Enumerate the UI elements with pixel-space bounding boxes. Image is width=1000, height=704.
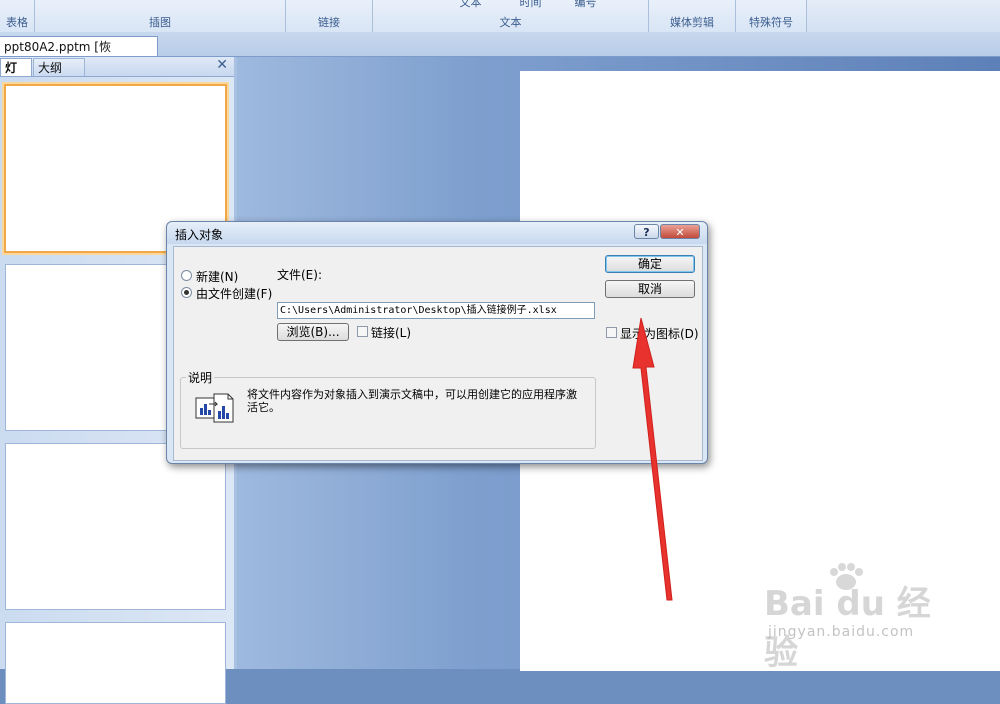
dialog-client-area: 新建(N) 由文件创建(F) 文件(E): C:\Users\Administr… xyxy=(173,246,703,461)
description-text: 将文件内容作为对象插入到演示文稿中，可以用创建它的应用程序激活它。 xyxy=(247,388,577,414)
ribbon-group-label: 插图 xyxy=(149,16,171,29)
dialog-title: 插入对象 xyxy=(175,228,224,242)
file-label: 文件(E): xyxy=(277,268,322,282)
ribbon-group-symbols[interactable]: 特殊符号 xyxy=(736,0,807,32)
ribbon-clipped-label: 编号 xyxy=(574,0,597,9)
radio-from-file[interactable] xyxy=(181,287,192,298)
insert-object-dialog: 插入对象 ? ✕ 新建(N) 由文件创建(F) 文件(E): C:\Users\… xyxy=(166,221,708,464)
cancel-button[interactable]: 取消 xyxy=(605,280,695,298)
ribbon-group-media[interactable]: 媒体剪辑 xyxy=(649,0,736,32)
tab-slides[interactable]: 灯片 xyxy=(0,58,32,93)
help-icon: ? xyxy=(643,226,650,239)
help-button[interactable]: ? xyxy=(634,224,659,239)
slide-thumbnail[interactable] xyxy=(5,622,226,704)
ribbon: 表格 插图 链接 文本 时间 编号 文本 媒体剪辑 特殊符号 xyxy=(0,0,1000,33)
ribbon-group-table[interactable]: 表格 xyxy=(0,0,35,32)
description-legend: 说明 xyxy=(186,369,215,386)
ribbon-group-label: 特殊符号 xyxy=(749,16,793,29)
document-tab-strip: ppt80A2.pptm [恢复].pptm xyxy=(0,32,1000,74)
link-checkbox-label[interactable]: 链接(L) xyxy=(371,324,411,341)
watermark-url: jingyan.baidu.com xyxy=(768,624,915,640)
ribbon-group-label: 链接 xyxy=(318,16,340,29)
link-checkbox[interactable] xyxy=(357,326,368,337)
embedded-object-icon xyxy=(195,393,234,423)
close-icon[interactable]: ✕ xyxy=(216,57,228,73)
ribbon-group-illustrations[interactable]: 插图 xyxy=(35,0,286,32)
tab-outline[interactable]: 大纲 xyxy=(33,58,85,76)
radio-new[interactable] xyxy=(181,270,192,281)
ribbon-group-label: 文本 xyxy=(499,16,522,29)
ribbon-group-label: 媒体剪辑 xyxy=(670,16,714,29)
panel-tabs: 灯片 大纲 ✕ xyxy=(0,57,234,93)
close-icon: ✕ xyxy=(675,226,685,239)
display-as-icon-checkbox[interactable] xyxy=(606,327,617,338)
watermark: Bai du 经验 jingyan.baidu.com xyxy=(764,563,950,673)
ribbon-group-label: 表格 xyxy=(6,16,28,29)
browse-button[interactable]: 浏览(B)... xyxy=(277,323,349,341)
close-button[interactable]: ✕ xyxy=(660,224,700,239)
display-as-icon-label[interactable]: 显示为图标(D) xyxy=(620,325,699,342)
ok-button[interactable]: 确定 xyxy=(605,255,695,273)
description-group: 说明 将文件内容作为对象插入到演示文稿中，可以用创建它的应用程序激活它。 xyxy=(180,369,596,449)
dialog-titlebar[interactable]: 插入对象 ? ✕ xyxy=(167,222,707,244)
ribbon-group-text[interactable]: 文本 时间 编号 文本 xyxy=(373,0,649,32)
document-tab[interactable]: ppt80A2.pptm [恢复].pptm xyxy=(0,36,158,74)
file-path-input[interactable]: C:\Users\Administrator\Desktop\插入链接例子.xl… xyxy=(277,302,595,319)
slide-thumbnail[interactable] xyxy=(5,443,226,610)
radio-new-label[interactable]: 新建(N) xyxy=(196,268,238,285)
tab-outline-label: 大纲 xyxy=(38,61,63,75)
radio-from-file-label[interactable]: 由文件创建(F) xyxy=(196,285,272,302)
